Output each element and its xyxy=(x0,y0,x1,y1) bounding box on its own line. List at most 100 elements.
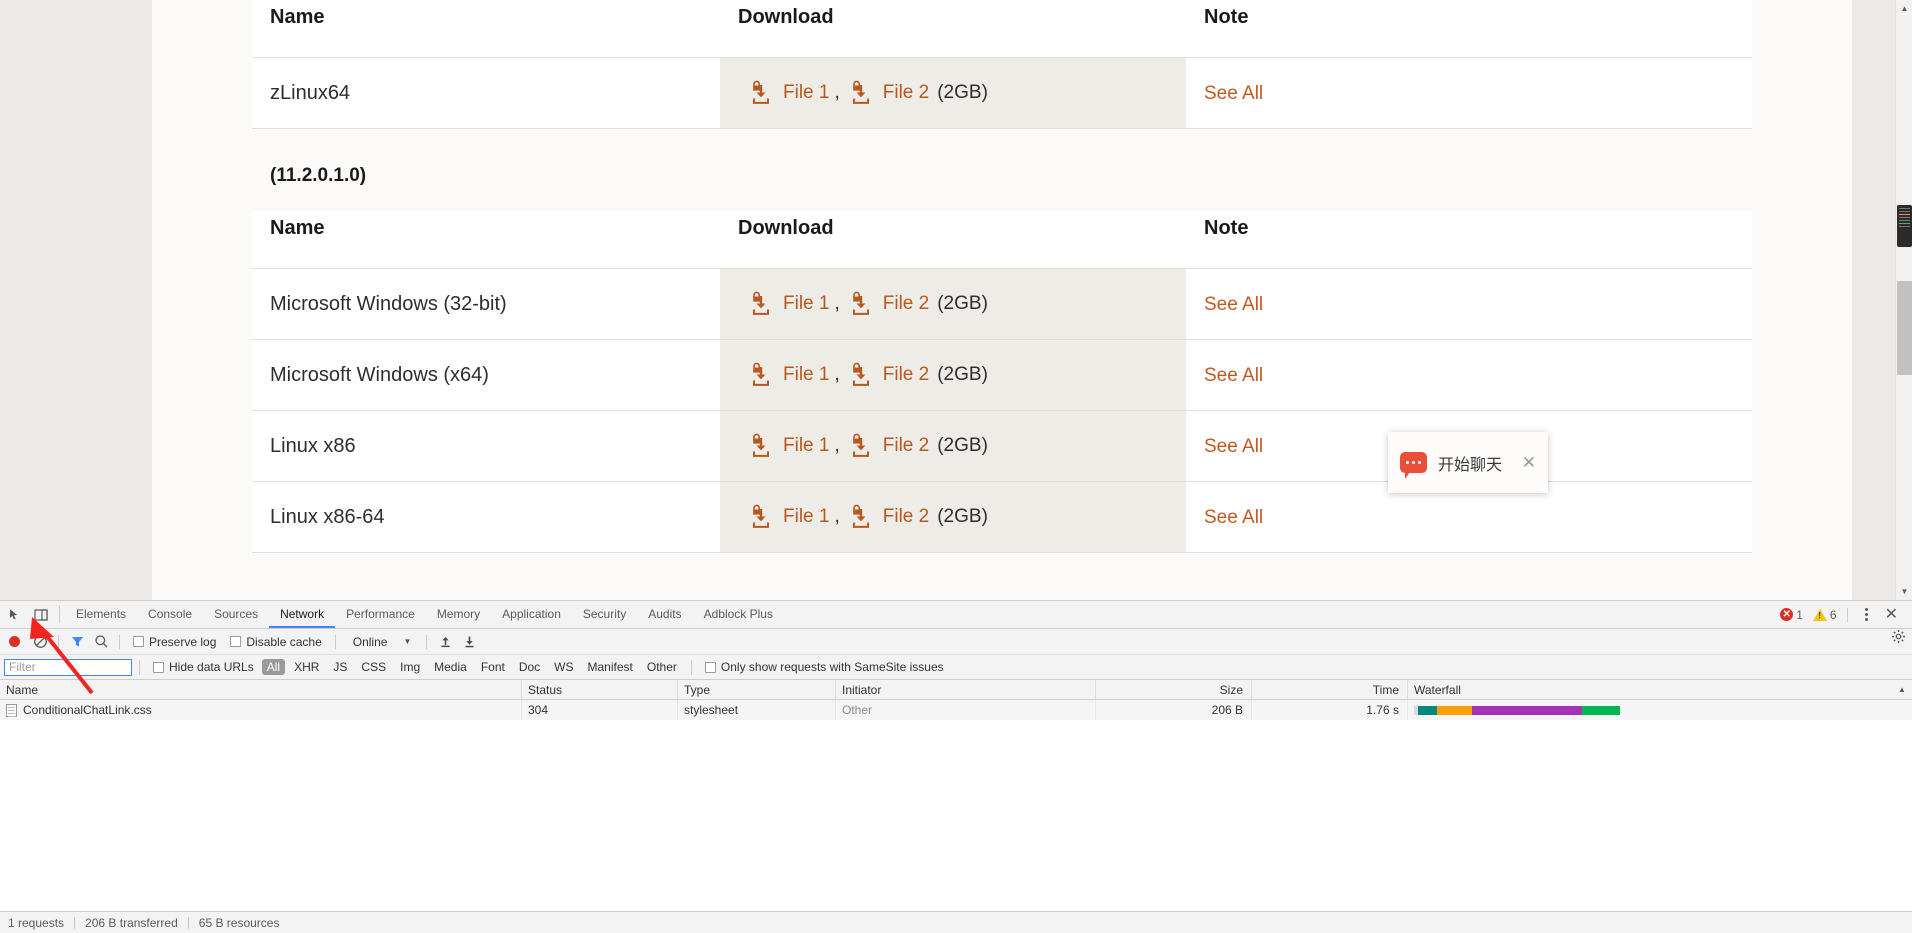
column-header-status[interactable]: Status xyxy=(522,680,678,699)
tab-performance[interactable]: Performance xyxy=(335,601,426,628)
tab-network[interactable]: Network xyxy=(269,601,336,628)
type-filter-ws[interactable]: WS xyxy=(549,659,578,675)
error-icon: ✕ xyxy=(1780,608,1794,621)
type-filter-all[interactable]: All xyxy=(261,659,286,675)
tab-application[interactable]: Application xyxy=(491,601,572,628)
type-filter-css[interactable]: CSS xyxy=(356,659,391,675)
toggle-device-toolbar-icon[interactable] xyxy=(28,601,54,628)
download-file2-link[interactable]: File 2 xyxy=(848,79,929,107)
type-filter-js[interactable]: JS xyxy=(328,659,352,675)
warning-counter[interactable]: 6 xyxy=(1812,607,1837,622)
download-file2-link[interactable]: File 2 xyxy=(848,290,929,318)
filter-funnel-icon[interactable] xyxy=(66,634,88,649)
import-har-icon[interactable] xyxy=(434,634,456,649)
network-status-bar: 1 requests 206 B transferred 65 B resour… xyxy=(0,911,1912,933)
download-file2-label: File 2 xyxy=(882,435,930,456)
toolbar-divider xyxy=(426,634,428,649)
link-separator: , xyxy=(834,293,840,314)
type-filter-other[interactable]: Other xyxy=(642,659,682,675)
type-filter-xhr[interactable]: XHR xyxy=(289,659,324,675)
search-icon[interactable] xyxy=(90,634,112,649)
download-file2-label: File 2 xyxy=(882,506,930,527)
samesite-filter-checkbox[interactable]: Only show requests with SameSite issues xyxy=(699,660,950,674)
start-chat-widget[interactable]: 开始聊天 ✕ xyxy=(1388,432,1548,493)
download-file1-link[interactable]: File 1 xyxy=(748,503,829,531)
link-separator: , xyxy=(834,506,840,527)
type-filter-manifest[interactable]: Manifest xyxy=(583,659,638,675)
download-table-bottom: Name Download Note Microsoft Windows (32… xyxy=(252,211,1752,553)
scroll-down-arrow[interactable]: ▼ xyxy=(1896,583,1912,600)
download-file2-link[interactable]: File 2 xyxy=(848,432,929,460)
disable-cache-checkbox[interactable]: Disable cache xyxy=(224,635,327,649)
secure-download-icon xyxy=(848,290,874,318)
type-filter-media[interactable]: Media xyxy=(429,659,472,675)
link-separator: , xyxy=(834,82,840,103)
warning-count: 6 xyxy=(1829,607,1837,622)
tab-adblock-plus[interactable]: Adblock Plus xyxy=(693,601,784,628)
column-header-waterfall[interactable]: Waterfall xyxy=(1408,680,1892,699)
column-header-type[interactable]: Type xyxy=(678,680,836,699)
resources-size: 65 B resources xyxy=(198,915,280,930)
secure-download-icon xyxy=(748,432,774,460)
tab-sources[interactable]: Sources xyxy=(203,601,269,628)
see-all-link[interactable]: See All xyxy=(1204,507,1263,528)
preserve-log-checkbox[interactable]: Preserve log xyxy=(127,635,222,649)
throttling-dropdown[interactable]: Online ▼ xyxy=(343,635,420,649)
see-all-link[interactable]: See All xyxy=(1204,365,1263,386)
table-row[interactable]: ConditionalChatLink.css 304 stylesheet Othe… xyxy=(0,700,1912,720)
download-file1-link[interactable]: File 1 xyxy=(748,290,829,318)
checkbox-box xyxy=(230,636,242,647)
platform-name-cell: Linux x86 xyxy=(252,410,720,482)
request-name: ConditionalChatLink.css xyxy=(23,703,152,717)
see-all-link[interactable]: See All xyxy=(1204,83,1263,104)
scrollbar-thumb[interactable] xyxy=(1897,281,1912,375)
web-page-viewport: Name Download Note zLinux64 File 1 , Fil… xyxy=(0,0,1912,600)
cell-size: 206 B xyxy=(1096,700,1252,720)
filter-input[interactable] xyxy=(4,658,132,676)
gear-icon[interactable] xyxy=(1891,629,1906,649)
scrollbar-minimap-marker xyxy=(1897,205,1912,247)
inspect-element-icon[interactable] xyxy=(2,601,28,628)
column-header-time[interactable]: Time xyxy=(1252,680,1408,699)
download-file1-link[interactable]: File 1 xyxy=(748,432,829,460)
secure-download-icon xyxy=(848,432,874,460)
type-filter-doc[interactable]: Doc xyxy=(514,659,545,675)
secure-download-icon xyxy=(748,503,774,531)
tab-console[interactable]: Console xyxy=(137,601,203,628)
toolbar-divider xyxy=(690,659,692,675)
note-cell: See All xyxy=(1186,268,1752,340)
close-icon[interactable]: ✕ xyxy=(1879,606,1904,623)
record-button[interactable] xyxy=(9,636,20,647)
download-file1-link[interactable]: File 1 xyxy=(748,361,829,389)
download-file1-link[interactable]: File 1 xyxy=(748,79,829,107)
clear-icon[interactable] xyxy=(29,634,51,649)
error-counter[interactable]: ✕ 1 xyxy=(1780,608,1803,622)
hide-data-urls-label: Hide data URLs xyxy=(169,660,254,674)
scroll-up-arrow[interactable]: ▲ xyxy=(1896,0,1912,17)
kebab-menu-icon[interactable] xyxy=(1858,608,1875,621)
download-file1-label: File 1 xyxy=(783,435,830,456)
type-filter-font[interactable]: Font xyxy=(476,659,510,675)
tab-audits[interactable]: Audits xyxy=(637,601,692,628)
close-icon[interactable]: ✕ xyxy=(1522,454,1536,471)
type-filter-img[interactable]: Img xyxy=(395,659,425,675)
transferred-size: 206 B transferred xyxy=(85,915,178,930)
see-all-link[interactable]: See All xyxy=(1204,294,1263,315)
column-header-size[interactable]: Size xyxy=(1096,680,1252,699)
tab-security[interactable]: Security xyxy=(572,601,637,628)
file-size-label: (2GB) xyxy=(937,506,988,527)
tab-elements[interactable]: Elements xyxy=(65,601,137,628)
download-file2-link[interactable]: File 2 xyxy=(848,361,929,389)
page-scrollbar[interactable]: ▲ ▼ xyxy=(1895,0,1912,600)
network-table-body: ConditionalChatLink.css 304 stylesheet Othe… xyxy=(0,700,1912,911)
download-file1-label: File 1 xyxy=(783,506,830,527)
column-header-initiator[interactable]: Initiator xyxy=(836,680,1096,699)
download-table-top: Name Download Note zLinux64 File 1 , Fil… xyxy=(252,0,1752,129)
tab-memory[interactable]: Memory xyxy=(426,601,491,628)
download-file2-link[interactable]: File 2 xyxy=(848,503,929,531)
hide-data-urls-checkbox[interactable]: Hide data URLs xyxy=(147,660,260,674)
export-har-icon[interactable] xyxy=(458,634,480,649)
column-header-note: Note xyxy=(1186,0,1752,58)
see-all-link[interactable]: See All xyxy=(1204,436,1263,457)
column-header-name[interactable]: Name xyxy=(0,680,522,699)
